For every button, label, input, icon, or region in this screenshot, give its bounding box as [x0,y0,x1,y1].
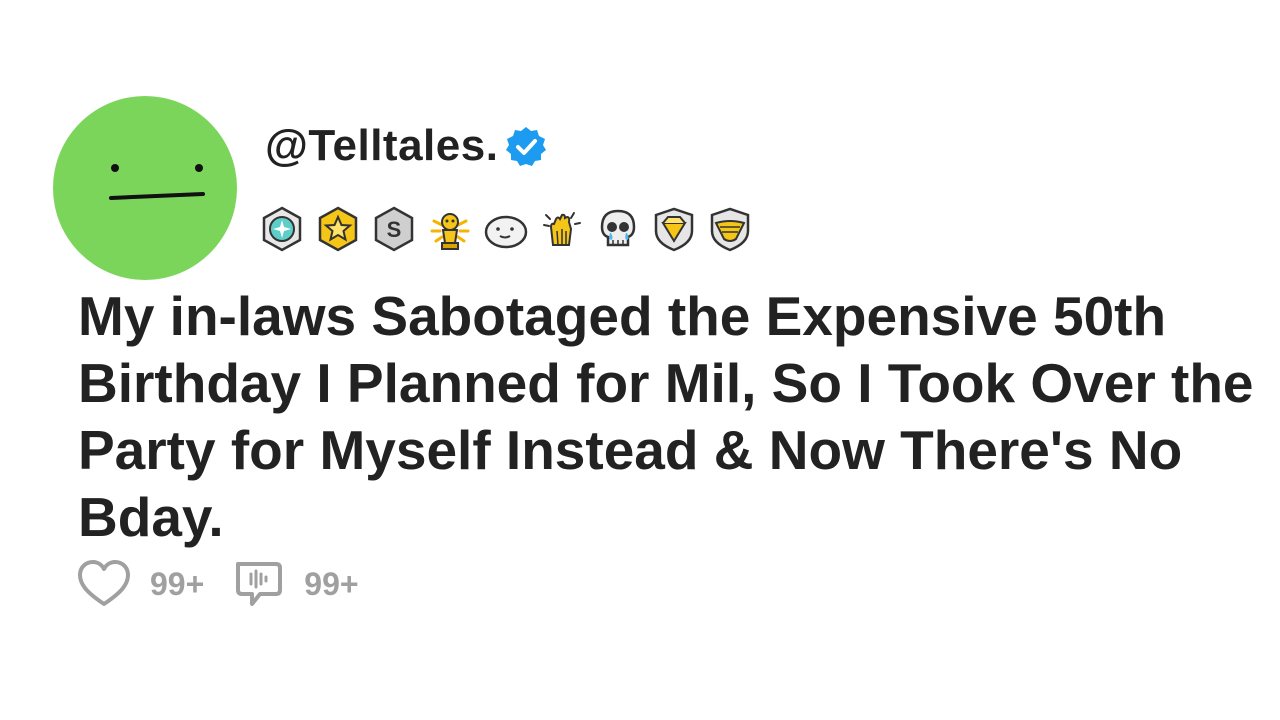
avatar[interactable] [53,96,237,280]
svg-text:S: S [387,217,402,242]
crying-skull-icon [600,209,636,247]
seal-icon [484,215,528,249]
awards-row: S [258,204,762,254]
clapping-hands-icon [543,212,581,246]
gold-gem-badge-icon [654,207,694,252]
post-title[interactable]: My in-laws Sabotaged the Expensive 50th … [78,283,1258,551]
wings-badge-icon [710,207,750,252]
gold-trophy-icon [430,213,470,250]
gold-star-medal-icon [318,206,358,252]
comments-count: 99+ [304,565,359,602]
heart-icon[interactable] [76,556,132,612]
avatar-face-icon [109,164,205,200]
likes-count: 99+ [150,565,205,602]
diamond-medal-icon [262,206,302,252]
verified-badge-icon [506,127,547,166]
post-card: @Telltales. S My in-laws Sabotaged the E… [0,0,1280,720]
user-row: @Telltales. [265,118,548,174]
silver-s-medal-icon: S [374,206,414,252]
stats-row: 99+ 99+ [76,556,385,612]
comment-icon[interactable] [230,556,286,612]
username[interactable]: @Telltales. [265,118,498,174]
